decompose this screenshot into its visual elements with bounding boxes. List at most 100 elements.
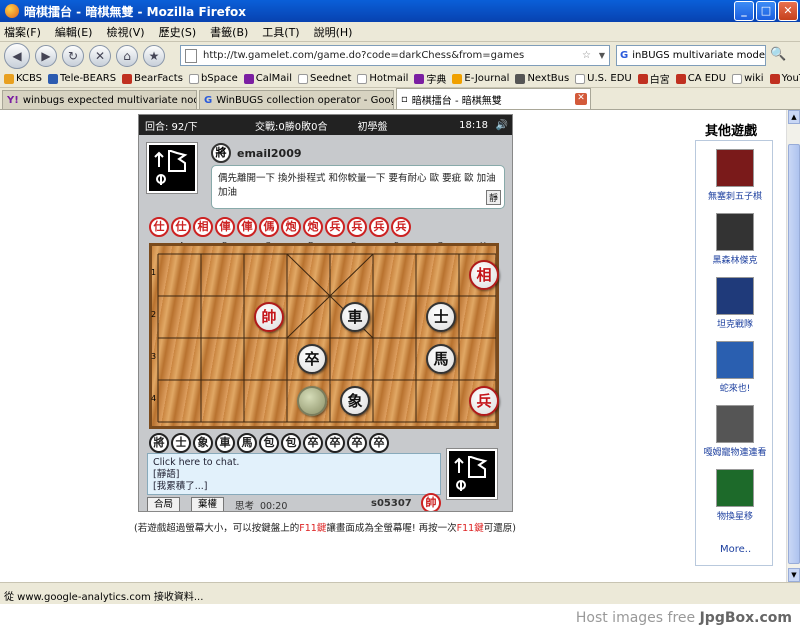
bookmark-item[interactable]: BearFacts (122, 73, 183, 84)
url-bar[interactable]: http://tw.gamelet.com/game.do?code=darkC… (180, 45, 610, 66)
menu-bar: 檔案(F) 編輯(E) 檢視(V) 歷史(S) 書籤(B) 工具(T) 說明(H… (0, 22, 800, 42)
captured-piece: 仕 (149, 217, 169, 237)
tab-dark-chess[interactable]: ▫ 暗棋擂台 - 暗棋無雙 ✕ (396, 88, 591, 109)
draw-button[interactable]: 合局 (147, 497, 181, 511)
status-bar: 從 www.google-analytics.com 接收資料... (0, 582, 800, 604)
game-controls: 合局 棄權 思考 00:20 s05307 帥 (139, 493, 512, 511)
board-piece[interactable]: 車 (340, 302, 370, 332)
captured-piece: 卒 (347, 433, 367, 453)
maximize-button[interactable]: □ (756, 1, 776, 21)
menu-tools[interactable]: 工具(T) (262, 24, 299, 40)
menu-view[interactable]: 檢視(V) (106, 24, 144, 40)
game-thumbnail[interactable] (716, 213, 754, 251)
bookmark-item[interactable]: CA EDU (675, 73, 726, 84)
reload-button[interactable]: ↻ (62, 45, 84, 67)
bookmark-item[interactable]: YouTube (769, 73, 800, 84)
bookmark-item[interactable]: Tele-BEARS (48, 73, 116, 84)
captured-piece: 包 (259, 433, 279, 453)
forward-button[interactable]: ▶ (35, 45, 57, 67)
close-tab-icon[interactable]: ✕ (575, 93, 587, 105)
tab-google-search[interactable]: GWinBUGS collection operator - Google... (199, 90, 394, 109)
sidebar-game-item[interactable]: 坦克戰隊 (696, 277, 774, 330)
chevron-down-icon[interactable]: ▼ (599, 51, 605, 60)
board-piece[interactable]: 相 (469, 260, 499, 290)
bookmark-item[interactable]: KCBS (4, 73, 42, 84)
board-piece[interactable]: 馬 (426, 344, 456, 374)
game-link[interactable]: 蛇來也! (696, 381, 774, 394)
board-piece[interactable]: 帥 (254, 302, 284, 332)
game-thumbnail[interactable] (716, 469, 754, 507)
resign-button[interactable]: 棄權 (191, 497, 225, 511)
menu-edit[interactable]: 編輯(E) (55, 24, 93, 40)
tab-yahoo-search[interactable]: Y!winbugs expected multivariate node - Y… (2, 90, 197, 109)
game-link[interactable]: 坦克戰隊 (696, 317, 774, 330)
status-text: 從 www.google-analytics.com 接收資料... (4, 592, 204, 603)
scroll-down-icon[interactable]: ▼ (788, 568, 800, 582)
minimize-button[interactable]: _ (734, 1, 754, 21)
yahoo-icon: Y! (7, 94, 19, 106)
sidebar-title: 其他遊戲 (705, 124, 758, 139)
close-window-button[interactable]: ✕ (778, 1, 798, 21)
captured-piece: 炮 (303, 217, 323, 237)
chess-board[interactable]: 1 2 3 4 相帥 車 士卒 馬象 兵 (149, 243, 499, 429)
board-piece[interactable]: 卒 (297, 344, 327, 374)
game-thumbnail[interactable] (716, 277, 754, 315)
board-piece[interactable]: 兵 (469, 386, 499, 416)
game-link[interactable]: 嘎姆寵物連連看 (696, 445, 774, 458)
sidebar-game-item[interactable]: 蛇來也! (696, 341, 774, 394)
speaker-icon[interactable]: 🔊 (496, 120, 508, 131)
search-icon[interactable]: 🔍 (770, 47, 786, 62)
firefox-icon (5, 4, 19, 18)
google-icon: G (204, 94, 213, 106)
board-piece[interactable]: 象 (340, 386, 370, 416)
more-link[interactable]: More.. (720, 544, 751, 555)
captured-piece: 俥 (237, 217, 257, 237)
bookmark-item[interactable]: NextBus (515, 73, 569, 84)
game-status-bar: 回合: 92/下 交戰:0勝0敗0合 初學盤 18:18 🔊 (139, 115, 512, 135)
sidebar-game-item[interactable]: 黑森林傑克 (696, 213, 774, 266)
tab-bar: Y!winbugs expected multivariate node - Y… (0, 88, 800, 110)
game-thumbnail[interactable] (716, 341, 754, 379)
bookmark-item[interactable]: Hotmail (357, 73, 408, 84)
sidebar-game-item[interactable]: 無塞刺五子棋 (696, 149, 774, 202)
bookmark-item[interactable]: 白宮 (637, 71, 670, 86)
chat-input[interactable]: Click here to chat. [靜語] [我累積了...] (147, 453, 441, 495)
bookmark-item[interactable]: wiki (732, 73, 764, 84)
stop-button[interactable]: ✕ (89, 45, 111, 67)
star-icon[interactable]: ☆ (582, 50, 591, 61)
game-thumbnail[interactable] (716, 149, 754, 187)
menu-help[interactable]: 說明(H) (314, 24, 353, 40)
menu-history[interactable]: 歷史(S) (159, 24, 197, 40)
battle-record: 交戰:0勝0敗0合 (255, 121, 328, 133)
back-button[interactable]: ◀ (4, 43, 30, 69)
game-link[interactable]: 無塞刺五子棋 (696, 189, 774, 202)
bookmark-star-button[interactable]: ★ (143, 45, 165, 67)
bookmark-item[interactable]: Seednet (297, 73, 351, 84)
game-panel[interactable]: 回合: 92/下 交戰:0勝0敗0合 初學盤 18:18 🔊 將 email20… (138, 114, 513, 512)
bubble-text: 偶先離開一下 換外掛程式 和你較量一下 要有耐心 歐 要疵 歐 加油加油 (218, 173, 496, 198)
bookmark-item[interactable]: U.S. EDU (575, 73, 632, 84)
menu-bookmarks[interactable]: 書籤(B) (210, 24, 248, 40)
scroll-up-icon[interactable]: ▲ (788, 110, 800, 124)
hidden-piece[interactable] (297, 386, 327, 416)
sidebar-game-item[interactable]: 物換星移 (696, 469, 774, 522)
bookmark-item[interactable]: E-Journal (452, 73, 509, 84)
bookmark-item[interactable]: 字典 (414, 71, 446, 86)
silent-button[interactable]: 靜 (485, 190, 501, 205)
host-footer: Host images free JpgBox.com (0, 604, 800, 630)
sidebar-game-item[interactable]: 嘎姆寵物連連看 (696, 405, 774, 458)
board-piece[interactable]: 士 (426, 302, 456, 332)
captured-piece: 卒 (369, 433, 389, 453)
scroll-thumb[interactable] (788, 144, 800, 564)
search-input[interactable]: G inBUGS multivariate model (616, 45, 766, 66)
page-scrollbar[interactable]: ▲ ▼ (786, 110, 800, 582)
game-link[interactable]: 物換星移 (696, 509, 774, 522)
bookmark-item[interactable]: bSpace (188, 73, 238, 84)
game-link[interactable]: 黑森林傑克 (696, 253, 774, 266)
window-title: 暗棋擂台 - 暗棋無雙 - Mozilla Firefox (24, 4, 247, 19)
home-button[interactable]: ⌂ (116, 45, 138, 67)
bookmark-item[interactable]: CalMail (243, 73, 292, 84)
menu-file[interactable]: 檔案(F) (4, 24, 41, 40)
game-thumbnail[interactable] (716, 405, 754, 443)
captured-piece: 將 (149, 433, 169, 453)
